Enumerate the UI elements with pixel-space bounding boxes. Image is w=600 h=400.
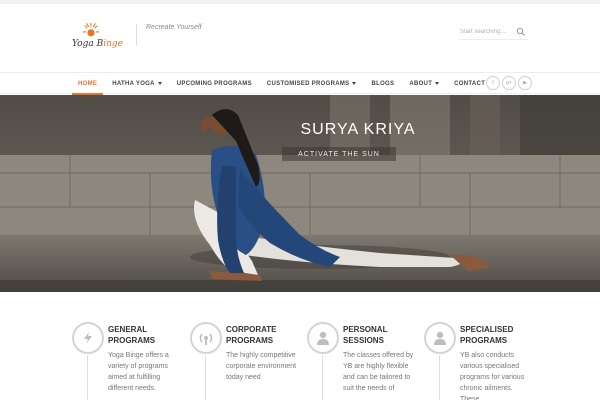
youtube-icon[interactable]: ▶ [518, 76, 532, 90]
feature-title[interactable]: CORPORATE PROGRAMS [226, 324, 296, 346]
nav-item-label: HATHA YOGA [112, 80, 155, 87]
nav-item-hatha-yoga[interactable]: HATHA YOGA [106, 73, 168, 94]
social-links: f g+ ▶ [486, 76, 532, 90]
facebook-icon[interactable]: f [486, 76, 500, 90]
nav-item-home[interactable]: HOME [72, 73, 104, 95]
feature-divider [322, 355, 323, 400]
feature-text: The classes offered by YB are highly fle… [343, 352, 414, 392]
hero-subtitle: ACTIVATE THE SUN [282, 147, 396, 161]
chevron-down-icon [435, 82, 440, 85]
feature-text: The highly competitive corporate environ… [226, 352, 297, 381]
site-logo[interactable]: Yoga Binge [72, 22, 130, 56]
logo-wordmark: Yoga Binge [72, 39, 123, 49]
chevron-down-icon [352, 82, 357, 85]
nav-item-contact[interactable]: CONTACT [448, 73, 491, 94]
main-nav: HOME HATHA YOGA UPCOMING PROGRAMS CUSTOMISE… [0, 72, 600, 95]
feature-divider [205, 355, 206, 400]
nav-menu: HOME HATHA YOGA UPCOMING PROGRAMS CUSTOMISE… [72, 73, 494, 95]
feature-divider [439, 355, 440, 400]
google-plus-icon[interactable]: g+ [502, 76, 516, 90]
feature-title[interactable]: SPECIALISED PROGRAMS [460, 324, 530, 346]
hero-slider[interactable]: SURYA KRIYA ACTIVATE THE SUN [0, 95, 600, 292]
nav-item-about[interactable]: ABOUT [403, 73, 445, 94]
nav-item-label: HOME [78, 80, 98, 87]
nav-item-label: CUSTOMISED PROGRAMS [266, 80, 350, 87]
feature-text: YB also conducts various specialised pro… [460, 352, 525, 400]
site-header: Yoga Binge Recreate Yourself [0, 4, 600, 72]
nav-item-label: BLOGS [371, 80, 395, 87]
nav-item-label: CONTACT [454, 80, 486, 87]
search-box [458, 24, 528, 40]
feature-divider [87, 355, 88, 400]
broadcast-icon [190, 322, 222, 354]
chevron-down-icon [157, 82, 162, 85]
search-icon[interactable] [516, 27, 526, 37]
nav-item-customised-programs[interactable]: CUSTOMISED PROGRAMS [261, 73, 363, 94]
hero-title: SURYA KRIYA [300, 121, 416, 138]
feature-text: Yoga Binge offers a variety of programs … [108, 352, 169, 392]
nav-item-label: ABOUT [409, 80, 433, 87]
nav-item-label: UPCOMING PROGRAMS [176, 80, 252, 87]
header-divider [136, 24, 137, 46]
nav-item-blogs[interactable]: BLOGS [365, 73, 400, 94]
user-icon [424, 322, 456, 354]
site-tagline: Recreate Yourself [146, 24, 202, 31]
feature-title[interactable]: GENERAL PROGRAMS [108, 324, 178, 346]
sun-logo-icon [82, 22, 100, 37]
search-input[interactable] [460, 26, 514, 38]
features-section: GENERAL PROGRAMS Yoga Binge offers a vari… [0, 292, 600, 400]
nav-item-upcoming-programs[interactable]: UPCOMING PROGRAMS [171, 73, 258, 94]
lightning-icon [72, 322, 104, 354]
user-icon [307, 322, 339, 354]
feature-title[interactable]: PERSONAL SESSIONS [343, 324, 413, 346]
